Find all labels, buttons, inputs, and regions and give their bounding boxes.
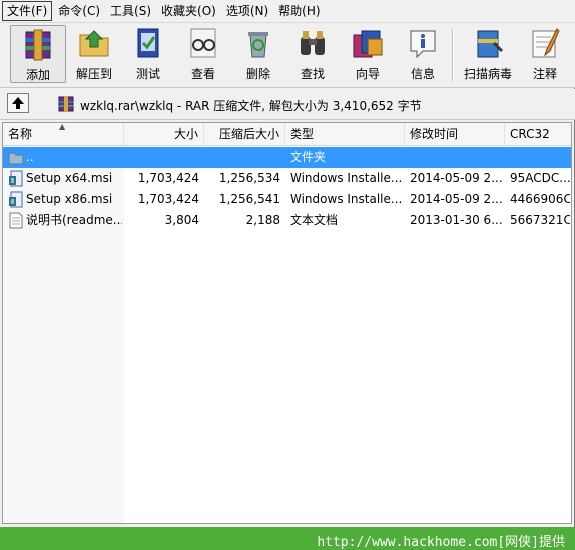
list-row-parent[interactable]: .. 文件夹 [3,147,571,168]
file-modified: 2014-05-09 2... [410,171,503,185]
info-icon [405,25,441,61]
msi-file-icon [8,170,24,187]
view-button[interactable]: 查看 [175,25,231,83]
test-button[interactable]: 测试 [120,25,176,83]
toolbar: 添加 解压到 测试 查看 删除 查找 向导 信息 扫描病毒 注释 [0,23,575,88]
wizard-label: 向导 [355,67,380,81]
info-label: 信息 [410,67,435,81]
winrar-window: 文件(F) 命令(C) 工具(S) 收藏夹(O) 选项(N) 帮助(H) 添加 [0,0,575,527]
find-button[interactable]: 查找 [285,25,341,83]
file-crc: 5667321C [510,213,570,227]
list-row[interactable]: 说明书(readme... 3,804 2,188 文本文档 2013-01-3… [3,210,571,231]
file-size: 1,703,424 [137,171,199,185]
list-row[interactable]: Setup x64.msi 1,703,424 1,256,534 Window… [3,168,571,189]
extract-folder-icon [76,25,112,61]
up-folder-button[interactable] [7,93,29,113]
up-arrow-icon [12,97,24,109]
comment-button[interactable]: 注释 [517,25,573,83]
file-modified: 2014-05-09 2... [410,192,503,206]
sort-up-icon: ▲ [59,123,66,131]
column-type-label: 类型 [290,127,315,141]
comment-icon [527,25,563,61]
extract-to-label: 解压到 [75,67,112,81]
column-packed-label: 压缩后大小 [218,127,279,141]
menu-file[interactable]: 文件(F) [2,1,53,21]
file-size: 3,804 [164,213,199,227]
column-name-label: 名称 [8,127,33,141]
column-header-name[interactable]: 名称 ▲ [3,123,124,145]
file-packed-size [204,147,280,168]
find-label: 查找 [300,67,325,81]
delete-button[interactable]: 删除 [230,25,286,83]
column-header-modified[interactable]: 修改时间 [405,123,505,145]
column-header-crc[interactable]: CRC32 [505,123,571,145]
delete-label: 删除 [245,67,270,81]
info-button[interactable]: 信息 [395,25,451,83]
add-label: 添加 [25,68,50,82]
file-modified: 2013-01-30 6... [410,213,503,227]
comment-label: 注释 [532,67,557,81]
file-crc [510,147,570,168]
address-bar: wzklq.rar\wzklq - RAR 压缩文件, 解包大小为 3,410,… [0,89,575,120]
watermark-text: http://www.hackhome.com[网侠]提供 [317,535,565,550]
file-type: Windows Installe... [290,171,403,185]
folder-up-icon [8,149,24,166]
column-header-packed[interactable]: 压缩后大小 [204,123,285,145]
column-crc-label: CRC32 [510,127,550,141]
file-name: Setup x64.msi [26,171,113,185]
watermark-bar: http://www.hackhome.com[网侠]提供 [0,527,575,550]
file-name: .. [26,150,34,164]
file-type: 文件夹 [290,150,327,164]
view-glasses-icon [185,25,221,61]
view-label: 查看 [190,67,215,81]
column-header-size[interactable]: 大小 [124,123,204,145]
rar-archive-icon [58,95,74,112]
menu-favorites[interactable]: 收藏夹(O) [157,1,220,21]
menu-command[interactable]: 命令(C) [54,1,104,21]
file-crc: 95ACDC... [510,171,570,185]
test-label: 测试 [135,67,160,81]
file-type: Windows Installe... [290,192,403,206]
file-size: 1,703,424 [137,192,199,206]
text-file-icon [8,212,24,229]
virus-scan-icon [470,25,506,61]
archive-path: wzklq.rar\wzklq - RAR 压缩文件, 解包大小为 3,410,… [80,99,422,113]
list-row[interactable]: Setup x86.msi 1,703,424 1,256,541 Window… [3,189,571,210]
recycle-bin-icon [240,25,276,61]
file-name: Setup x86.msi [26,192,113,206]
toolbar-separator [452,29,454,81]
file-packed-size: 1,256,541 [218,192,280,206]
file-name: 说明书(readme... [26,213,122,227]
column-header-type[interactable]: 类型 [285,123,405,145]
menu-help[interactable]: 帮助(H) [274,1,324,21]
file-type: 文本文档 [290,213,339,227]
wizard-button[interactable]: 向导 [340,25,396,83]
file-packed-size: 1,256,534 [218,171,280,185]
file-packed-size: 2,188 [245,213,280,227]
virus-scan-button[interactable]: 扫描病毒 [460,25,516,83]
file-size [124,147,199,168]
add-button[interactable]: 添加 [10,25,66,83]
file-modified [410,147,504,168]
msi-file-icon [8,191,24,208]
add-archive-icon [20,26,56,62]
wizard-icon [350,25,386,61]
menu-options[interactable]: 选项(N) [222,1,272,21]
virus-scan-label: 扫描病毒 [463,67,512,81]
menu-bar: 文件(F) 命令(C) 工具(S) 收藏夹(O) 选项(N) 帮助(H) [0,0,575,23]
extract-to-button[interactable]: 解压到 [66,25,122,83]
file-list[interactable]: 名称 ▲ 大小 压缩后大小 类型 修改时间 CRC32 .. 文件夹 Setup… [2,122,572,524]
list-header: 名称 ▲ 大小 压缩后大小 类型 修改时间 CRC32 [3,123,571,146]
test-icon [130,25,166,61]
column-size-label: 大小 [173,127,198,141]
binoculars-icon [295,25,331,61]
file-crc: 4466906C [510,192,570,206]
menu-tools[interactable]: 工具(S) [106,1,155,21]
column-modified-label: 修改时间 [410,127,459,141]
